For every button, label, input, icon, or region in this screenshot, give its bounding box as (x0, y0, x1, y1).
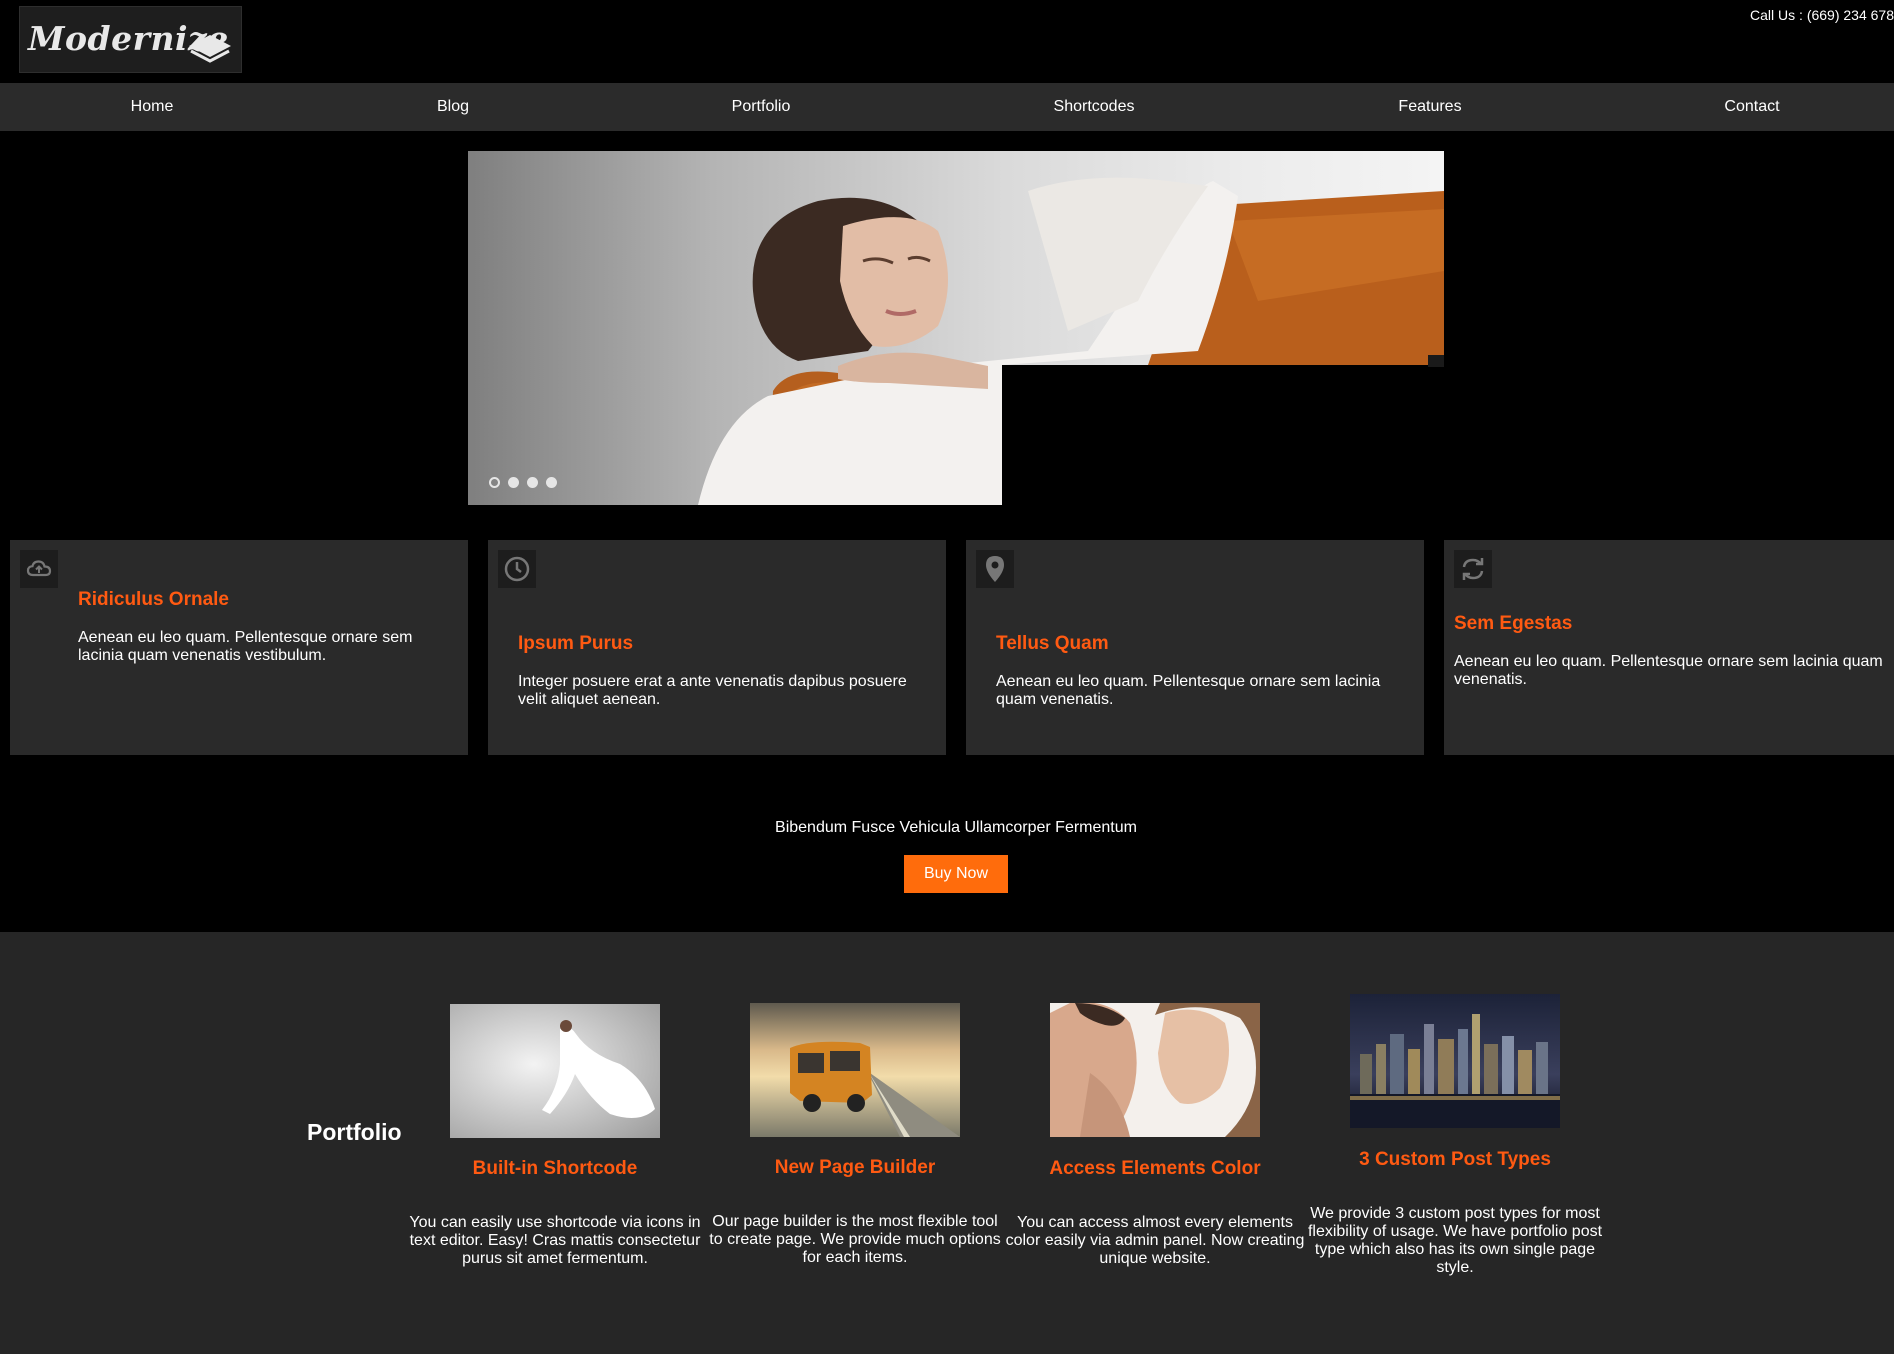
portfolio-section: Portfolio Built-in Shortcode You can eas… (0, 932, 1894, 1354)
portfolio-item-title[interactable]: Access Elements Color (1005, 1158, 1305, 1180)
cloud-icon (20, 550, 58, 588)
feature-text: Aenean eu leo quam. Pellentesque ornare … (78, 629, 413, 664)
slider-pagination (489, 477, 557, 488)
nav-item-home[interactable]: Home (131, 83, 174, 131)
slide-image (468, 151, 1444, 505)
portfolio-item-text: You can easily use shortcode via icons i… (409, 1214, 701, 1267)
portfolio-thumbnail[interactable] (750, 1003, 960, 1137)
slider-dot[interactable] (489, 477, 500, 488)
feature-title: Sem Egestas (1454, 613, 1573, 634)
site-logo[interactable]: Modernize (19, 6, 242, 73)
feature-title: Tellus Quam (996, 633, 1109, 654)
feature-text: Aenean eu leo quam. Pellentesque ornare … (996, 673, 1381, 708)
portfolio-item-text: We provide 3 custom post types for most … (1307, 1205, 1603, 1276)
feature-text: Aenean eu leo quam. Pellentesque ornare … (1454, 653, 1883, 688)
hero-slider[interactable] (468, 151, 1444, 505)
portfolio-thumbnail[interactable] (450, 1004, 660, 1138)
feature-box: Ridiculus Ornale Aenean eu leo quam. Pel… (10, 540, 468, 755)
feature-box: Sem Egestas Aenean eu leo quam. Pellente… (1444, 540, 1894, 755)
nav-item-features[interactable]: Features (1398, 83, 1461, 131)
portfolio-item-title[interactable]: Built-in Shortcode (405, 1158, 705, 1180)
nav-item-blog[interactable]: Blog (437, 83, 469, 131)
feature-title: Ipsum Purus (518, 633, 634, 654)
map-pin-icon (976, 550, 1014, 588)
portfolio-heading: Portfolio (307, 1119, 402, 1145)
portfolio-thumbnail[interactable] (1350, 994, 1560, 1128)
portfolio-item-title[interactable]: New Page Builder (705, 1157, 1005, 1179)
slider-dot[interactable] (508, 477, 519, 488)
feature-box: Tellus Quam Aenean eu leo quam. Pellente… (966, 540, 1424, 755)
cta-text: Bibendum Fusce Vehicula Ullamcorper Ferm… (775, 819, 1137, 836)
slider-dot[interactable] (527, 477, 538, 488)
portfolio-item-text: You can access almost every elements col… (1005, 1214, 1305, 1267)
refresh-icon (1454, 550, 1492, 588)
nav-item-shortcodes[interactable]: Shortcodes (1054, 83, 1135, 131)
portfolio-item-text: Our page builder is the most flexible to… (709, 1213, 1001, 1266)
nav-item-contact[interactable]: Contact (1724, 83, 1779, 131)
clock-icon (498, 550, 536, 588)
buy-now-button[interactable]: Buy Now (904, 855, 1008, 893)
slider-dot[interactable] (546, 477, 557, 488)
feature-text: Integer posuere erat a ante venenatis da… (518, 673, 907, 708)
feature-box: Ipsum Purus Integer posuere erat a ante … (488, 540, 946, 755)
call-us-text: Call Us : (669) 234 678 (1750, 7, 1894, 23)
feature-title: Ridiculus Ornale (78, 589, 229, 610)
nav-item-portfolio[interactable]: Portfolio (732, 83, 791, 131)
portfolio-thumbnail[interactable] (1050, 1003, 1260, 1137)
portfolio-item-title[interactable]: 3 Custom Post Types (1305, 1149, 1605, 1171)
main-nav: Home Blog Portfolio Shortcodes Features … (0, 83, 1894, 131)
layers-icon (189, 35, 231, 63)
